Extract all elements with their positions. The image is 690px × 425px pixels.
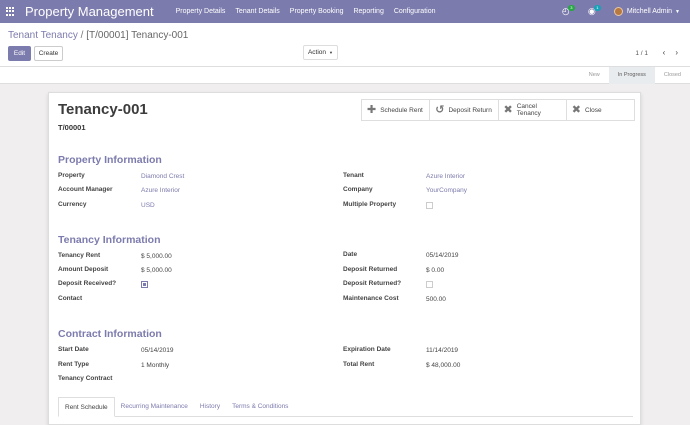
action-button[interactable]: Action ▼ [303,45,338,60]
breadcrumb-current: [T/00001] Tenancy-001 [86,30,189,41]
form-sheet: Tenancy-001 T/00001 ✚ Schedule Rent ↺ De… [48,92,641,425]
property-value[interactable]: Diamond Crest [141,173,184,180]
deposit-returned-q-label: Deposit Returned? [343,280,402,287]
tenancy-rent-value: $ 5,000.00 [141,253,172,260]
caret-down-icon: ▼ [329,50,334,55]
systray: ◴ 3 ◉ 1 Mitchell Admin ▼ [562,0,680,23]
activity-badge: 3 [567,4,575,11]
user-name[interactable]: Mitchell Admin [627,8,672,15]
tab-terms-conditions[interactable]: Terms & Conditions [226,397,294,416]
account-manager-value[interactable]: Azure Interior [141,187,180,194]
apps-menu-icon[interactable] [6,7,15,16]
start-date-value: 05/14/2019 [141,347,174,354]
total-rent-value: $ 48,000.00 [426,362,461,369]
pager-nav: ‹ › [663,48,678,57]
notebook-tabs: Rent Schedule Recurring Maintenance Hist… [58,397,633,417]
tab-rent-schedule[interactable]: Rent Schedule [58,397,115,417]
start-date-label: Start Date [58,346,89,353]
expiration-date-value: 11/14/2019 [426,347,459,354]
edit-button[interactable]: Edit [8,46,31,61]
maintenance-cost-value: 500.00 [426,296,446,303]
stage-new[interactable]: New [580,67,609,84]
currency-value[interactable]: USD [141,202,155,209]
multiple-property-checkbox[interactable] [426,202,433,209]
company-value[interactable]: YourCompany [426,187,467,194]
close-icon: ✖ [571,103,581,116]
date-value: 05/14/2019 [426,252,459,259]
deposit-return-button[interactable]: ↺ Deposit Return [430,100,499,120]
multiple-property-label: Multiple Property [343,201,397,208]
chevron-left-icon[interactable]: ‹ [663,48,666,57]
date-label: Date [343,251,358,258]
statusbar: New In Progress Closed [0,67,690,84]
tenant-label: Tenant [343,172,364,179]
stage-closed[interactable]: Closed [655,67,690,84]
menu-reporting[interactable]: Reporting [353,8,383,15]
avatar[interactable] [613,7,623,16]
deposit-returned-label: Deposit Returned [343,266,398,273]
maintenance-cost-label: Maintenance Cost [343,295,399,302]
total-rent-label: Total Rent [343,361,375,368]
close-label: Close [584,106,602,114]
rent-type-value: 1 Monthly [141,362,170,369]
contract-info-heading: Contract Information [58,328,162,340]
deposit-returned-value: $ 0.00 [426,267,445,274]
cancel-tenancy-label: Cancel Tenancy [516,103,541,117]
tenancy-rent-label: Tenancy Rent [58,252,101,259]
menu-property-booking[interactable]: Property Booking [290,8,344,15]
rent-type-label: Rent Type [58,361,89,368]
tenancy-info-heading: Tenancy Information [58,234,161,246]
amount-deposit-value: $ 5,000.00 [141,267,172,274]
breadcrumb-separator: / [80,30,84,41]
company-label: Company [343,186,373,193]
undo-icon: ↺ [435,103,445,116]
chevron-down-icon[interactable]: ▼ [675,9,680,15]
expiration-date-label: Expiration Date [343,346,391,353]
record-code: T/00001 [58,123,86,132]
account-manager-label: Account Manager [58,186,113,193]
menu-tenant-details[interactable]: Tenant Details [235,8,279,15]
messages-badge: 1 [593,4,601,11]
property-info-heading: Property Information [58,154,162,166]
plus-icon: ✚ [367,103,377,116]
chevron-right-icon[interactable]: › [675,48,678,57]
menu-configuration[interactable]: Configuration [394,8,436,15]
tab-history[interactable]: History [194,397,226,416]
cancel-icon: ✖ [503,103,513,116]
deposit-received-label: Deposit Received? [58,280,117,287]
tenant-value[interactable]: Azure Interior [426,173,465,180]
breadcrumb: Tenant Tenancy / [T/00001] Tenancy-001 [8,30,188,41]
breadcrumb-parent[interactable]: Tenant Tenancy [8,30,78,41]
main-menu: Property Details Tenant Details Property… [176,8,446,15]
contact-label: Contact [58,295,83,302]
amount-deposit-label: Amount Deposit [58,266,109,273]
tab-recurring-maintenance[interactable]: Recurring Maintenance [115,397,194,416]
create-button[interactable]: Create [34,46,63,61]
activity-icon[interactable]: ◴ 3 [562,4,576,17]
control-panel: Tenant Tenancy / [T/00001] Tenancy-001 E… [0,23,690,67]
cancel-tenancy-button[interactable]: ✖ Cancel Tenancy [499,100,567,120]
action-label: Action [307,49,327,56]
stage-in-progress[interactable]: In Progress [608,67,655,84]
menu-property-details[interactable]: Property Details [176,8,226,15]
deposit-return-label: Deposit Return [448,106,492,114]
button-box: ✚ Schedule Rent ↺ Deposit Return ✖ Cance… [361,99,635,121]
property-label: Property [58,172,85,179]
pager-value[interactable]: 1 / 1 [635,50,648,57]
deposit-returned-checkbox[interactable] [426,281,433,288]
top-navbar: Property Management Property Details Ten… [0,0,690,23]
tenancy-contract-label: Tenancy Contract [58,375,113,382]
record-title: Tenancy-001 [58,101,148,118]
stage-pipeline: New In Progress Closed [580,67,690,84]
messages-icon[interactable]: ◉ 1 [588,4,602,17]
app-brand[interactable]: Property Management [25,4,154,19]
close-button[interactable]: ✖ Close [567,100,634,120]
deposit-received-checkbox[interactable] [141,281,148,288]
schedule-rent-button[interactable]: ✚ Schedule Rent [362,100,431,120]
currency-label: Currency [58,201,87,208]
schedule-rent-label: Schedule Rent [380,106,423,114]
